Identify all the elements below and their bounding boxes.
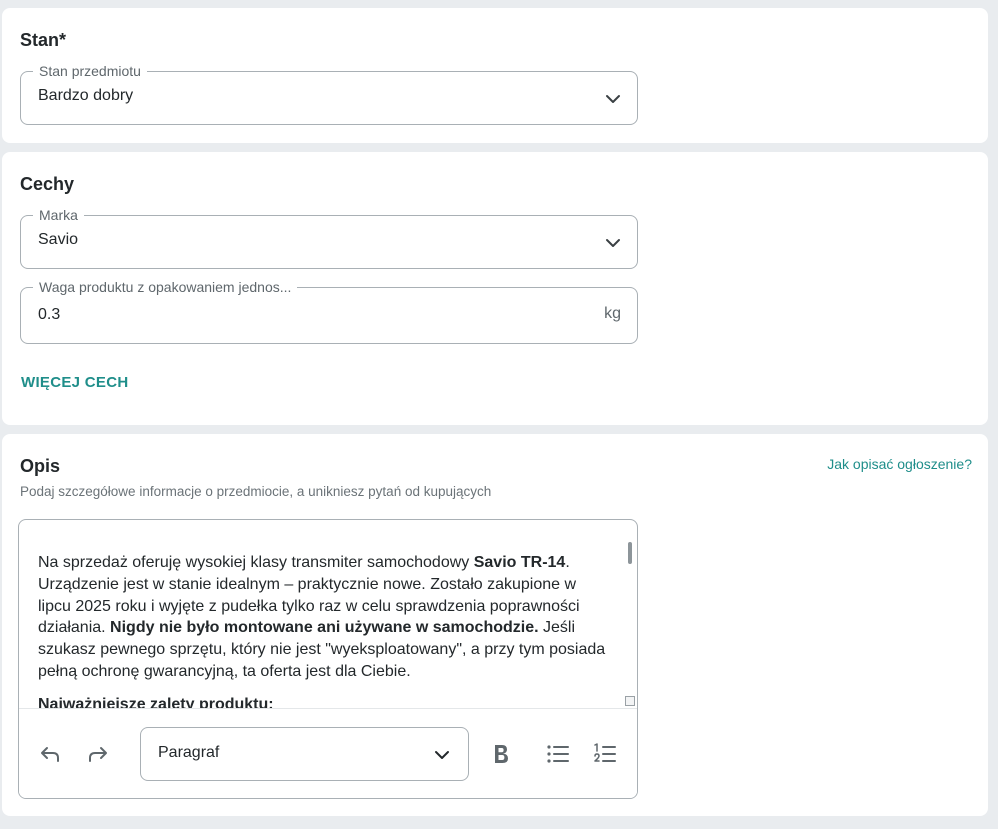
features-title: Cechy [20,174,75,194]
paragraph-style-value: Paragraf [158,744,220,761]
condition-title: Stan* [20,30,67,50]
resize-handle[interactable] [625,696,635,706]
weight-input-value[interactable]: 0.3 [38,306,60,324]
redo-icon [89,747,107,762]
condition-section: Stan* Stan przedmiotu Bardzo dobry [2,8,988,143]
condition-select[interactable]: Stan przedmiotu Bardzo dobry [20,62,638,125]
condition-select-value: Bardzo dobry [38,87,134,104]
undo-icon [41,747,59,762]
text-run: Na sprzedaż oferuję wysokiej klasy trans… [38,554,474,571]
features-section: Cechy Marka Savio Waga produktu z opakow… [2,152,988,425]
weight-input-label: Waga produktu z opakowaniem jednos... [33,278,298,296]
bold-text-run: Savio TR-14 [473,554,566,571]
description-editor[interactable]: Na sprzedaż oferuję wysokiej klasy trans… [18,519,638,799]
more-features-link[interactable]: WIĘCEJ CECH [21,374,128,391]
bold-icon [495,745,508,763]
description-title: Opis [20,456,61,476]
redo-button[interactable] [83,739,113,769]
editor-scrollbar[interactable] [628,542,632,564]
description-section: Opis Jak opisać ogłoszenie? Podaj szczeg… [2,434,988,816]
brand-select-value: Savio [38,231,79,248]
bold-button[interactable] [486,739,516,769]
chevron-down-icon [606,95,620,103]
bullet-list-button[interactable] [543,739,573,769]
condition-select-label: Stan przedmiotu [33,62,147,80]
advantages-heading: Najważniejsze zalety produktu: [38,696,274,708]
editor-content-area[interactable]: Na sprzedaż oferuję wysokiej klasy trans… [19,520,637,708]
paragraph-style-select[interactable]: Paragraf [140,727,469,781]
brand-select[interactable]: Marka Savio [20,206,638,269]
weight-unit: kg [604,305,621,322]
chevron-down-icon [435,751,449,759]
chevron-down-icon [606,239,620,247]
brand-select-label: Marka [33,206,84,224]
numbered-list-icon [594,743,616,762]
bold-text-run: Nigdy nie było montowane ani używane w s… [110,619,539,637]
numbered-list-button[interactable] [590,739,620,769]
how-to-describe-link[interactable]: Jak opisać ogłoszenie? [827,456,972,472]
description-hint: Podaj szczegółowe informacje o przedmioc… [20,484,492,499]
description-paragraph: Na sprzedaż oferuję wysokiej klasy trans… [38,552,608,683]
bullet-list-icon [547,745,569,763]
weight-input[interactable]: Waga produktu z opakowaniem jednos... 0.… [20,278,638,344]
undo-button[interactable] [35,739,65,769]
editor-toolbar: Paragraf [19,708,637,798]
